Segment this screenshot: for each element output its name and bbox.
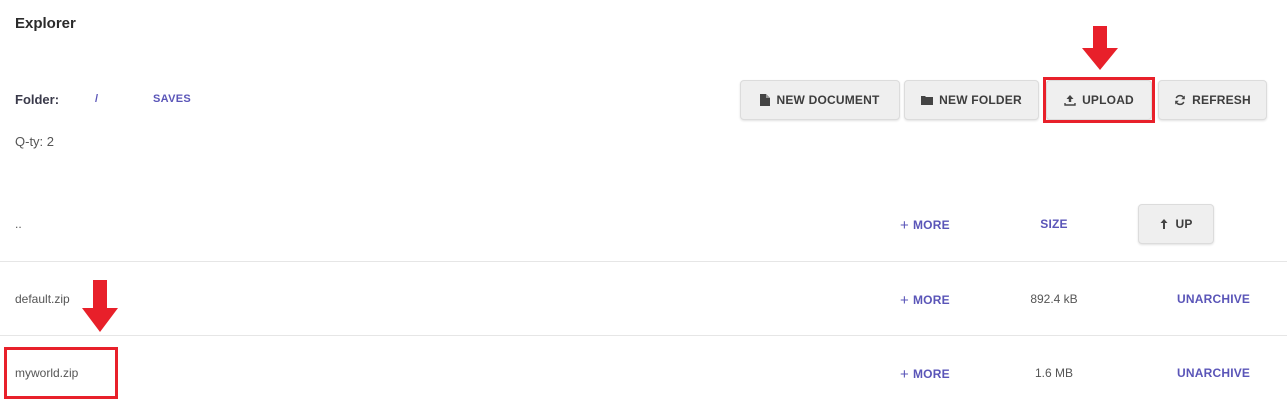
- red-arrow-down-icon: [1082, 26, 1118, 70]
- item-count: Q-ty: 2: [15, 134, 55, 149]
- up-label: UP: [1175, 217, 1193, 231]
- new-folder-button[interactable]: NEW FOLDER: [904, 80, 1039, 120]
- plus-icon: +: [900, 292, 909, 309]
- new-folder-label: NEW FOLDER: [939, 93, 1022, 107]
- refresh-label: REFRESH: [1192, 93, 1251, 107]
- page-title: Explorer: [15, 15, 76, 32]
- breadcrumb-saves[interactable]: SAVES: [153, 93, 191, 105]
- file-size-default-zip: 892.4 kB: [1030, 292, 1078, 306]
- unarchive-button-default-zip[interactable]: UNARCHIVE: [1177, 292, 1250, 306]
- unarchive-button-myworld-zip[interactable]: UNARCHIVE: [1177, 366, 1250, 380]
- row-divider: [0, 335, 1287, 336]
- row-divider: [0, 261, 1287, 262]
- red-arrow-down-icon: [82, 280, 118, 332]
- size-column-header[interactable]: SIZE: [1004, 217, 1104, 231]
- more-button-parent[interactable]: + MORE: [900, 216, 950, 234]
- folder-label: Folder:: [15, 92, 60, 107]
- new-document-button[interactable]: NEW DOCUMENT: [740, 80, 900, 120]
- file-name-default-zip[interactable]: default.zip: [15, 292, 70, 306]
- plus-icon: +: [900, 217, 909, 234]
- refresh-icon: [1175, 94, 1185, 106]
- upload-icon: [1064, 95, 1076, 106]
- refresh-button[interactable]: REFRESH: [1158, 80, 1267, 120]
- more-button-default-zip[interactable]: + MORE: [900, 291, 950, 309]
- arrow-up-icon: [1160, 219, 1168, 229]
- file-size-myworld-zip: 1.6 MB: [1034, 366, 1073, 380]
- plus-icon: +: [900, 366, 909, 383]
- upload-button[interactable]: UPLOAD: [1046, 80, 1152, 120]
- upload-label: UPLOAD: [1082, 93, 1134, 107]
- file-icon: [760, 94, 771, 106]
- breadcrumb-root[interactable]: /: [95, 93, 98, 105]
- more-button-myworld-zip[interactable]: + MORE: [900, 365, 950, 383]
- more-label: MORE: [912, 218, 950, 232]
- up-button[interactable]: UP: [1138, 204, 1214, 244]
- more-label: MORE: [912, 293, 950, 307]
- file-name-myworld-zip[interactable]: myworld.zip: [15, 366, 78, 380]
- more-label: MORE: [912, 367, 950, 381]
- folder-icon: [921, 96, 934, 105]
- parent-directory-entry[interactable]: ..: [15, 217, 22, 231]
- new-document-label: NEW DOCUMENT: [776, 93, 880, 107]
